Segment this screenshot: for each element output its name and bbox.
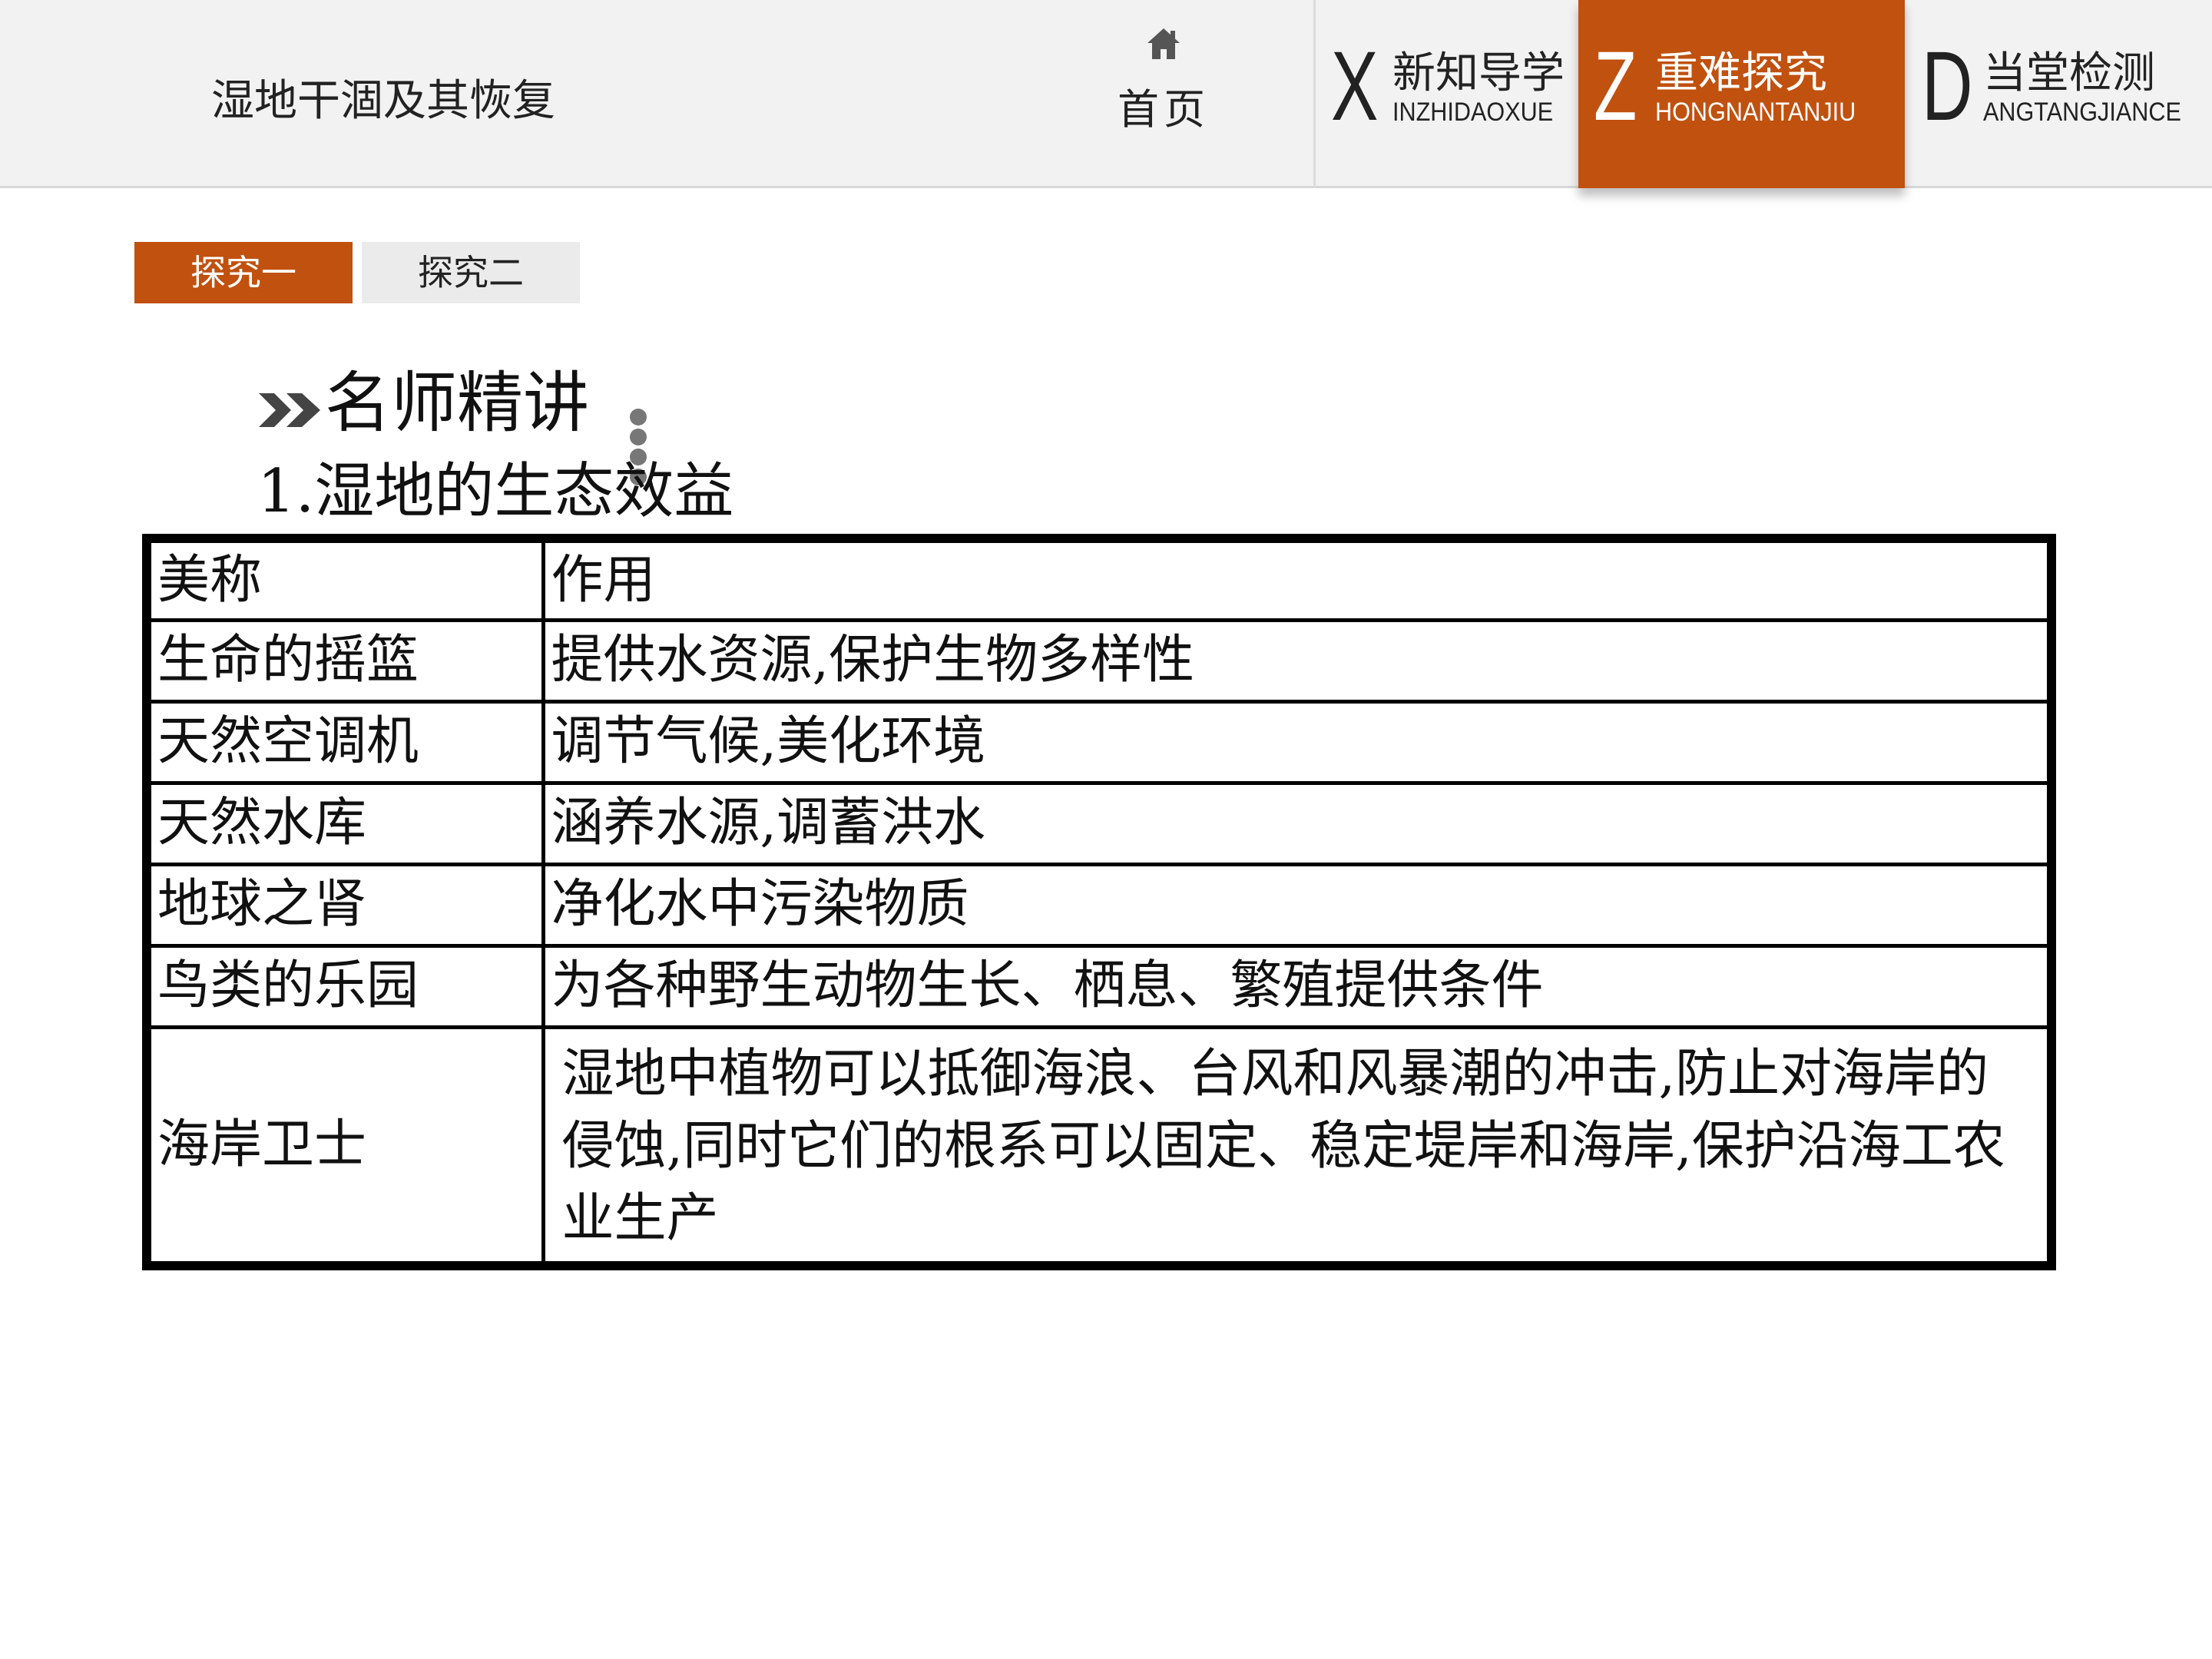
table-header-row: 美称 作用 xyxy=(144,536,2054,622)
tab-letter: Z xyxy=(1594,31,1637,141)
table-cell-effect: 为各种野生动物生长、栖息、繁殖提供条件 xyxy=(541,943,2054,1029)
page-title: 湿地干涸及其恢复 xyxy=(211,76,555,126)
table-cell-name: 生命的摇篮 xyxy=(144,618,545,704)
subtab-tanjiu-2[interactable]: 探究二 xyxy=(362,242,580,303)
table-row: 生命的摇篮 提供水资源,保护生物多样性 xyxy=(144,618,2054,704)
tab-label-en: HONGNANTANJIU xyxy=(1655,98,1856,127)
tab-zhongnantanjiu[interactable]: Z 重难探究 HONGNANTANJIU xyxy=(1578,0,1905,188)
double-chevron-right-icon xyxy=(259,393,320,427)
tab-label-en: INZHIDAOXUE xyxy=(1392,98,1554,127)
table-cell-effect: 提供水资源,保护生物多样性 xyxy=(541,618,2054,704)
subtab-tanjiu-1[interactable]: 探究一 xyxy=(134,242,353,303)
table-cell-name: 天然水库 xyxy=(144,780,545,866)
home-icon xyxy=(1147,28,1180,59)
table-header-cell: 作用 xyxy=(541,536,2054,622)
top-navigation-bar: 湿地干涸及其恢复 首页 X 新知导学 INZHIDAOXUE Z 重难探究 HO… xyxy=(0,0,2212,188)
tab-label-cn: 重难探究 xyxy=(1655,48,1827,98)
tab-dangtangjiance[interactable]: D 当堂检测 ANGTANGJIANCE xyxy=(1906,0,2212,188)
section-title: 名师精讲 xyxy=(325,365,589,442)
table-row: 天然空调机 调节气候,美化环境 xyxy=(144,699,2054,785)
tab-xinzhidaoxue[interactable]: X 新知导学 INZHIDAOXUE xyxy=(1316,0,1577,188)
table-row: 地球之肾 净化水中污染物质 xyxy=(144,862,2054,948)
table-row: 鸟类的乐园 为各种野生动物生长、栖息、繁殖提供条件 xyxy=(144,943,2054,1029)
home-label: 首页 xyxy=(1118,85,1210,134)
tab-letter: X xyxy=(1331,31,1379,141)
table-cell-effect: 涵养水源,调蓄洪水 xyxy=(541,780,2054,866)
table-row: 海岸卫士 湿地中植物可以抵御海浪、台风和风暴潮的冲击,防止对海岸的侵蚀,同时它们… xyxy=(144,1025,2054,1267)
table-cell-effect: 净化水中污染物质 xyxy=(541,862,2054,948)
table-header-cell: 美称 xyxy=(144,536,545,622)
table-cell-effect: 湿地中植物可以抵御海浪、台风和风暴潮的冲击,防止对海岸的侵蚀,同时它们的根系可以… xyxy=(541,1025,2054,1267)
tab-label-cn: 新知导学 xyxy=(1392,48,1565,98)
tab-label-en: ANGTANGJIANCE xyxy=(1983,98,2181,127)
table-cell-name: 地球之肾 xyxy=(144,862,545,948)
table-cell-name: 海岸卫士 xyxy=(144,1025,545,1267)
tab-letter: D xyxy=(1922,31,1973,141)
eco-benefit-table: 美称 作用 生命的摇篮 提供水资源,保护生物多样性 天然空调机 调节气候,美化环… xyxy=(142,534,2056,1270)
table-cell-name: 鸟类的乐园 xyxy=(144,943,545,1029)
table-cell-name: 天然空调机 xyxy=(144,699,545,785)
table-row: 天然水库 涵养水源,调蓄洪水 xyxy=(144,780,2054,866)
table-cell-effect: 调节气候,美化环境 xyxy=(541,699,2054,785)
section-subtitle: 1.湿地的生态效益 xyxy=(257,457,734,526)
tab-label-cn: 当堂检测 xyxy=(1983,48,2155,98)
home-button[interactable]: 首页 xyxy=(1091,15,1237,169)
